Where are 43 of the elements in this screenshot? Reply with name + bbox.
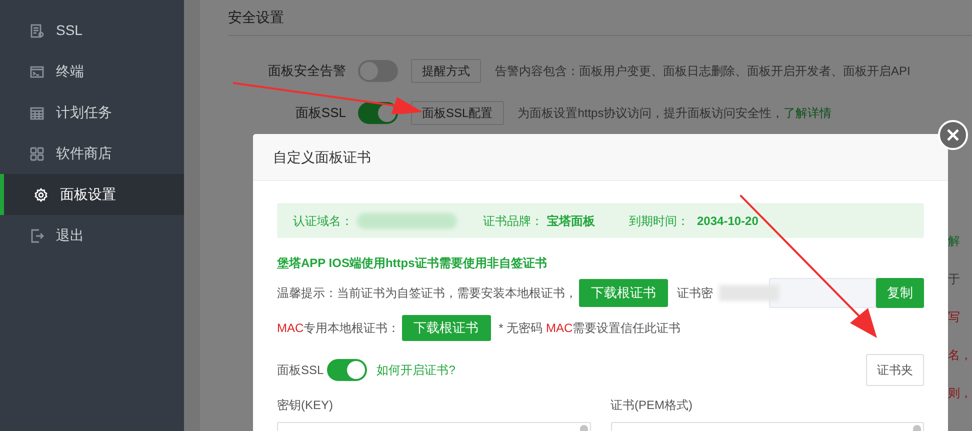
settings-icon	[34, 188, 48, 202]
field-label: 密钥(KEY)	[277, 397, 334, 414]
sidebar-item[interactable]: 退出	[0, 215, 184, 256]
mac-label: MAC专用本地根证书：	[277, 320, 400, 337]
dialog-title: 自定义面板证书	[273, 148, 371, 166]
field-label: 证书(PEM格式)	[610, 397, 694, 414]
setting-description: 告警内容包含：面板用户变更、面板日志删除、面板开启开发者、面板开启API	[495, 63, 910, 80]
info-value: 宝塔面板	[547, 212, 595, 230]
ssl-label: 面板SSL	[277, 362, 324, 379]
info-label: 认证域名：	[293, 212, 353, 230]
sidebar-item[interactable]: 计划任务	[0, 92, 184, 133]
setting-button[interactable]: 提醒方式	[411, 59, 481, 83]
background-text: 写	[947, 309, 961, 326]
grid-icon	[30, 146, 44, 160]
setting-label: 面板安全告警	[267, 62, 347, 80]
tip-text: 温馨提示：当前证书为自签证书，需要安装本地根证书，	[277, 285, 577, 302]
password-label: 证书密	[677, 285, 713, 302]
setting-label: 面板SSL	[294, 104, 347, 122]
info-label: 到期时间：	[629, 212, 689, 230]
password-field[interactable]	[769, 278, 876, 308]
info-label: 证书品牌：	[483, 212, 543, 230]
terminal-icon	[30, 64, 44, 78]
close-icon	[946, 128, 960, 142]
background-text: 名，	[947, 347, 972, 364]
section-title: 安全设置	[228, 8, 284, 27]
setting-button[interactable]: 面板SSL配置	[411, 101, 504, 125]
toggle-switch[interactable]	[358, 60, 398, 82]
certificate-folder-button[interactable]: 证书夹	[866, 354, 924, 386]
app-notice: 堡塔APP IOS端使用https证书需要使用非自签证书	[277, 255, 548, 272]
logout-icon	[30, 228, 44, 242]
info-value: 2034-10-20	[697, 212, 758, 230]
sidebar-item[interactable]: SSL	[0, 10, 184, 51]
calendar-icon	[30, 106, 44, 120]
background-text: 解	[947, 233, 961, 250]
background-text: 于	[947, 271, 961, 288]
toggle-switch[interactable]	[326, 359, 367, 381]
sidebar-item[interactable]: 终端	[0, 51, 184, 92]
sidebar-item[interactable]: 软件商店	[0, 133, 184, 174]
background-text: 则，	[947, 385, 972, 402]
mac-note: * 无密码 MAC需要设置信任此证书	[498, 320, 681, 337]
setting-description: 为面板设置https协议访问，提升面板访问安全性，	[518, 105, 784, 122]
certificate-icon	[30, 24, 44, 38]
sidebar-item[interactable]: 面板设置	[0, 174, 184, 215]
